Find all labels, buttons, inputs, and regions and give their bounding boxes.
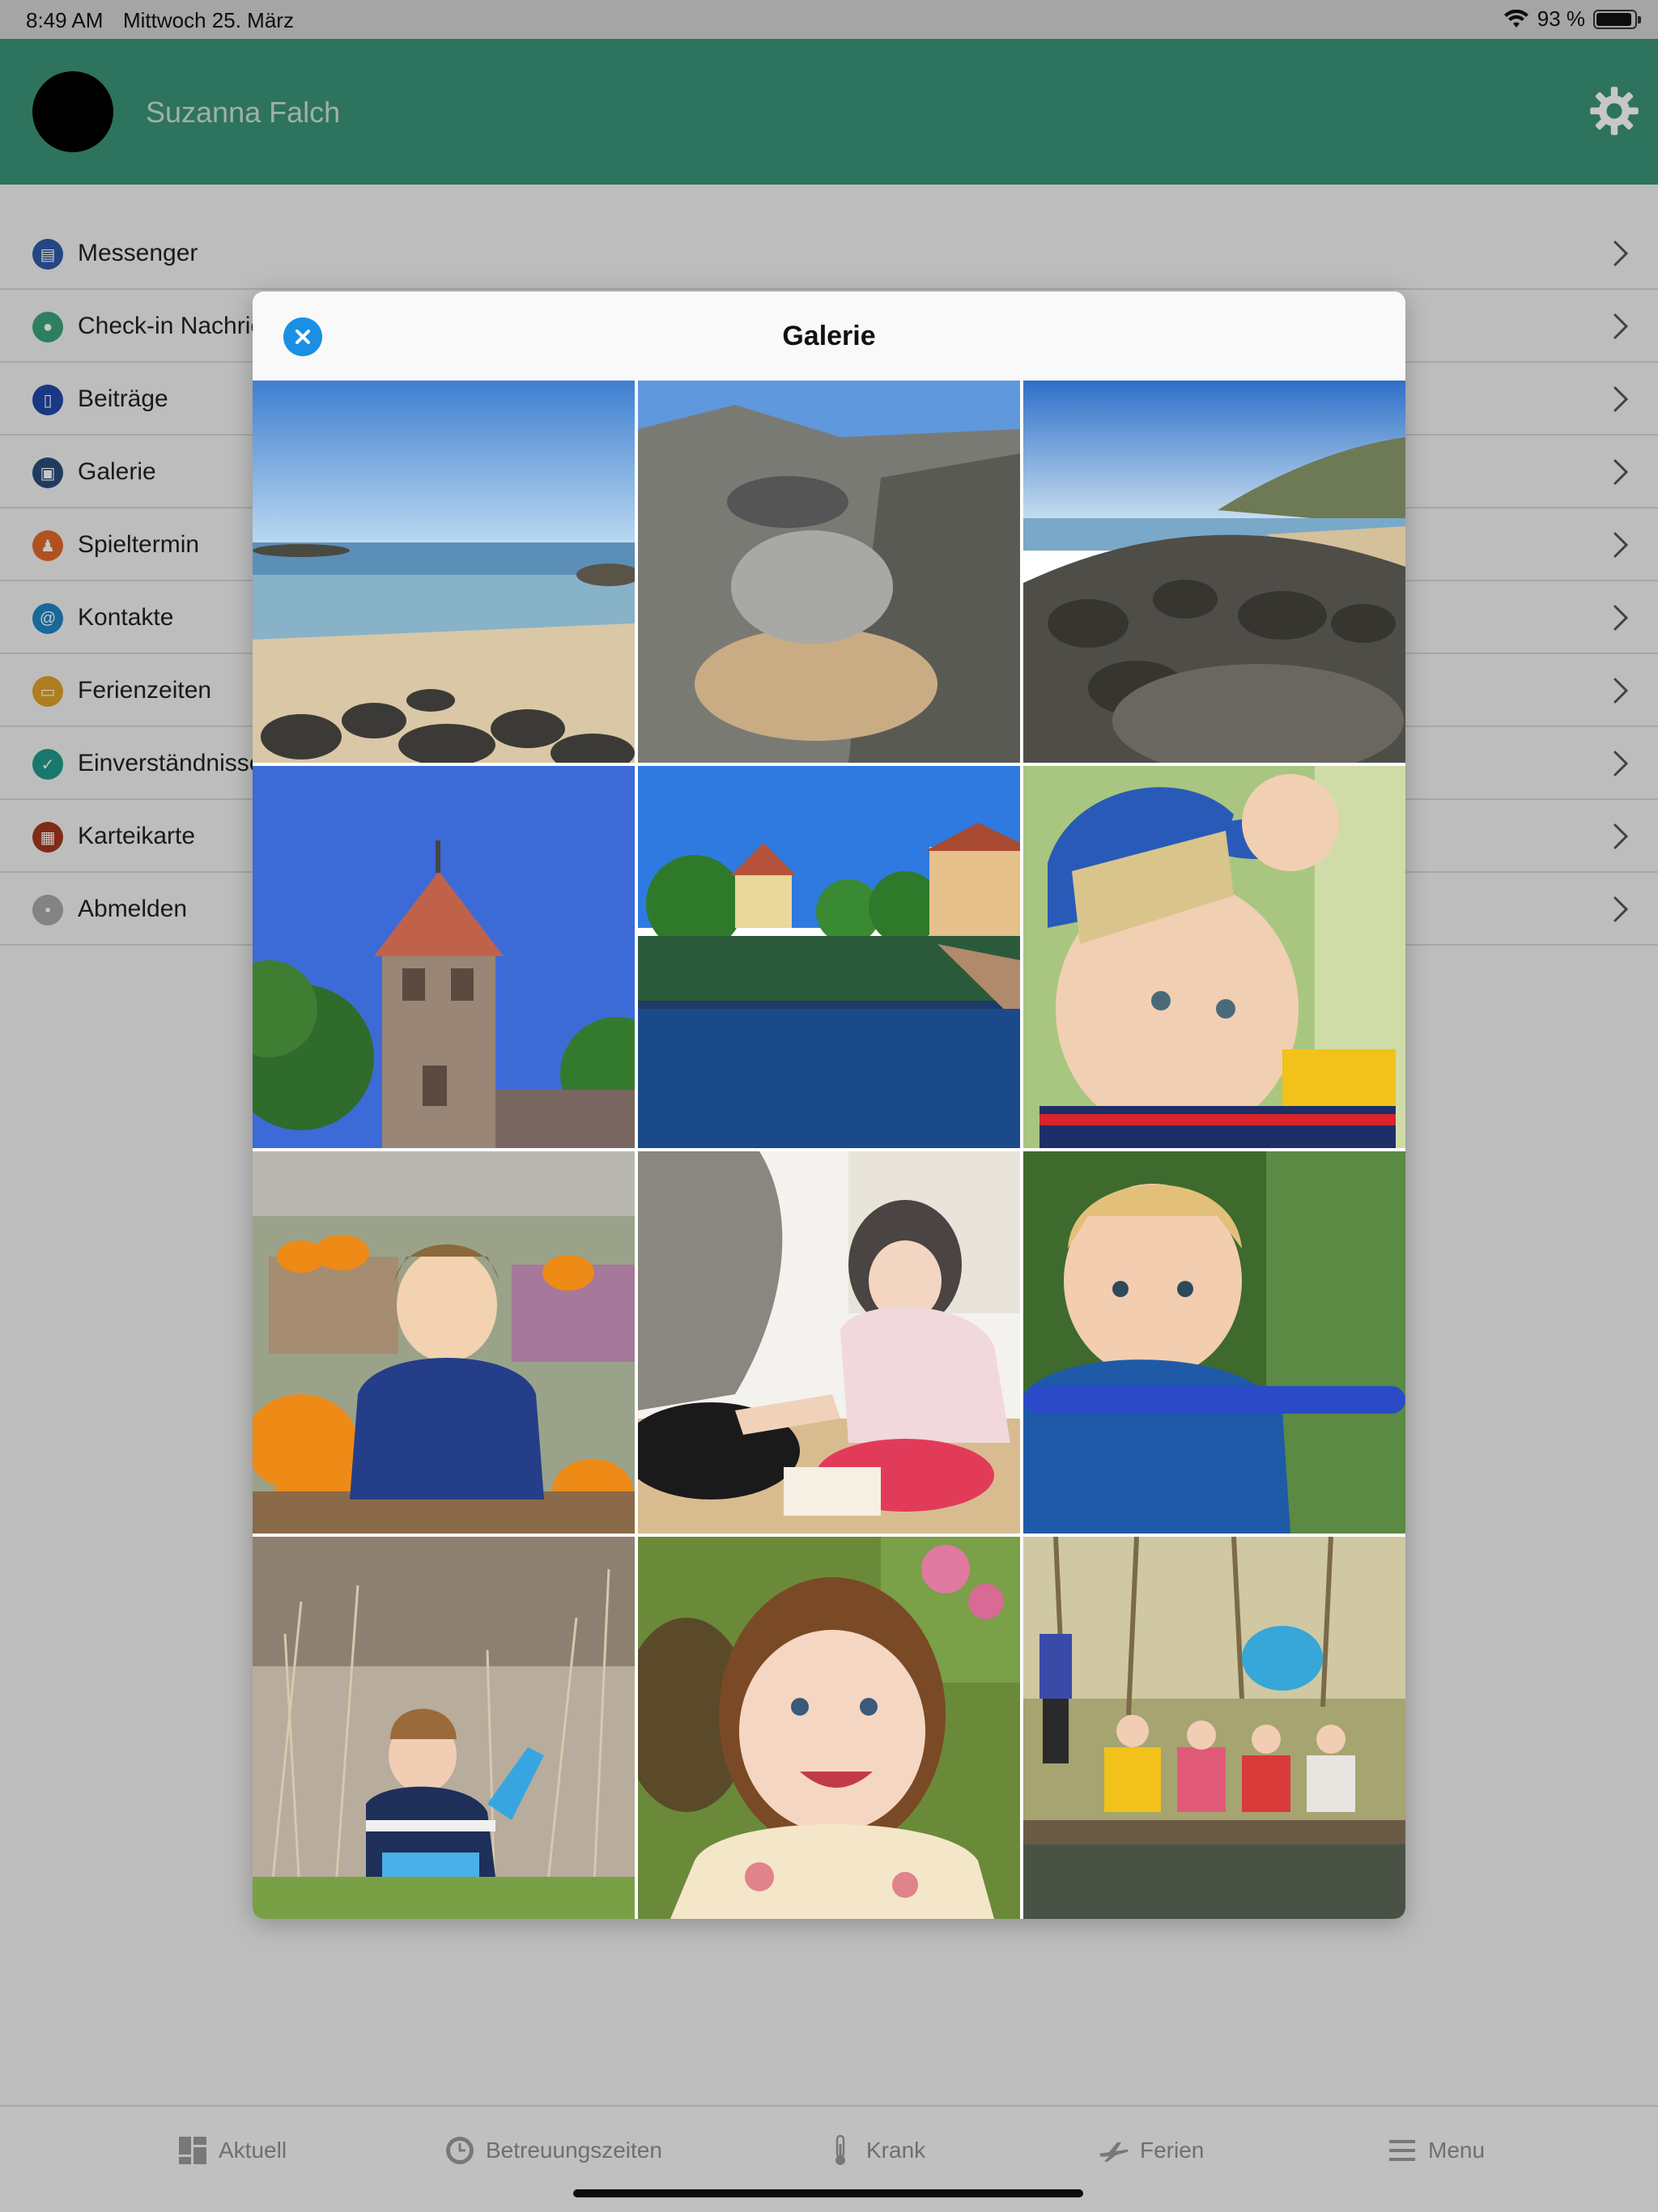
gallery-photo[interactable] (638, 1537, 1020, 1919)
gallery-photo[interactable] (253, 1537, 635, 1919)
bridge-children-photo (1023, 1537, 1405, 1919)
gallery-photo[interactable] (253, 766, 635, 1148)
gallery-photo[interactable] (1023, 766, 1405, 1148)
modal-title: Galerie (782, 321, 876, 351)
boy-photo (1023, 1151, 1405, 1534)
photo-grid (253, 381, 1405, 1919)
gallery-photo[interactable] (638, 381, 1020, 763)
gallery-photo[interactable] (638, 1151, 1020, 1534)
pumpkins-photo (253, 1151, 635, 1534)
girl-play-photo (638, 1151, 1020, 1534)
toddler-photo (1023, 766, 1405, 1148)
gallery-modal: Galerie (253, 291, 1405, 1919)
gallery-photo[interactable] (1023, 381, 1405, 763)
beach-photo (253, 381, 635, 763)
smiling-girl-photo (638, 1537, 1020, 1919)
gallery-photo[interactable] (1023, 1151, 1405, 1534)
grass-boy-photo (253, 1537, 635, 1919)
gallery-photo[interactable] (253, 1151, 635, 1534)
tower-photo (253, 766, 635, 1148)
gallery-photo[interactable] (1023, 1537, 1405, 1919)
gallery-photo[interactable] (253, 381, 635, 763)
rocky-coast-photo (1023, 381, 1405, 763)
gallery-photo[interactable] (638, 766, 1020, 1148)
stones-photo (638, 381, 1020, 763)
river-photo (638, 766, 1020, 1148)
modal-header: Galerie (253, 291, 1405, 381)
